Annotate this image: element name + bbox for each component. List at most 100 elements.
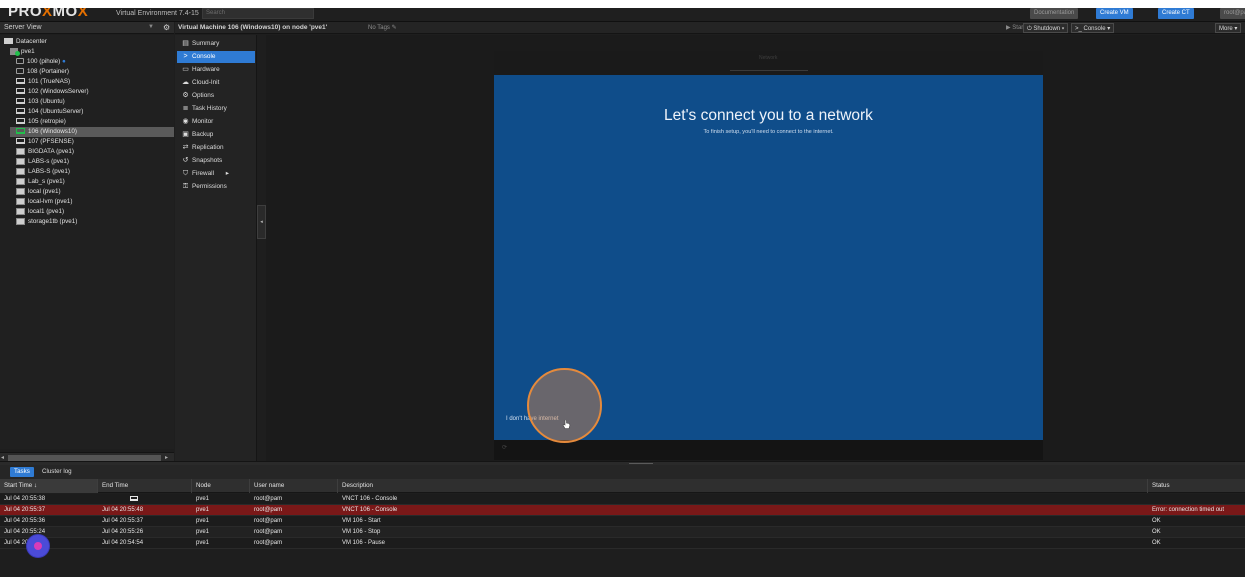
tree-item-vm[interactable]: 104 (UbuntuServer) xyxy=(16,107,83,117)
menu-item-summary[interactable]: ▤ Summary xyxy=(177,38,255,50)
task-table-header: Start Time ↓ End Time Node User name Des… xyxy=(0,479,1245,493)
start-time-cell: Jul 04 20:55:38 xyxy=(4,496,46,502)
table-row[interactable]: Jul 04 20:55:38 pve1 root@pam VNCT 106 -… xyxy=(0,494,1245,505)
tree-item-storage[interactable]: local1 (pve1) xyxy=(16,207,64,217)
tree-item-vm[interactable]: 102 (WindowsServer) xyxy=(16,87,89,97)
menu-item-backup[interactable]: ▣ Backup xyxy=(177,129,255,141)
create-ct-button[interactable]: Create CT xyxy=(1158,8,1194,19)
monitor-icon xyxy=(16,138,25,145)
end-time-cell: Jul 04 20:55:26 xyxy=(102,529,144,535)
table-row[interactable]: Jul 04 20:55:24 Jul 04 20:55:26 pve1 roo… xyxy=(0,527,1245,538)
description-cell: VNCT 106 - Console xyxy=(342,507,398,513)
tree-item-datacenter[interactable]: Datacenter xyxy=(4,37,47,47)
description-cell: VM 106 - Start xyxy=(342,518,381,524)
unlock-icon: ⚿ xyxy=(182,183,189,190)
documentation-button[interactable]: Documentation xyxy=(1030,8,1079,19)
menu-item-replication[interactable]: ⇄ Replication xyxy=(177,142,255,154)
console-button[interactable]: >_ Console ▾ xyxy=(1071,23,1115,33)
desktop-icon: ▭ xyxy=(182,66,189,73)
tree-item-vm[interactable]: 107 (PFSENSE) xyxy=(16,137,74,147)
start-time-cell: Jul 04 20:55:24 xyxy=(4,529,46,535)
tree-item-storage[interactable]: LABS-s (pve1) xyxy=(16,157,69,167)
menu-item-snapshots[interactable]: ↺ Snapshots xyxy=(177,155,255,167)
table-row[interactable]: Jul 04 20:55:37 Jul 04 20:55:48 pve1 roo… xyxy=(0,505,1245,516)
monitor-icon xyxy=(16,108,25,115)
menu-item-cloud-init[interactable]: ☁ Cloud-Init xyxy=(177,77,255,89)
tree-item-storage[interactable]: storage1tb (pve1) xyxy=(16,217,77,227)
tree-item-storage[interactable]: local (pve1) xyxy=(16,187,61,197)
tree-item-vm[interactable]: 103 (Ubuntu) xyxy=(16,97,65,107)
eye-icon: ◉ xyxy=(182,118,189,125)
tree-item-ct[interactable]: 100 (pihole) ● xyxy=(16,57,66,67)
menu-item-options[interactable]: ⚙ Options xyxy=(177,90,255,102)
column-status[interactable]: Status xyxy=(1148,479,1245,493)
shield-icon: ⛉ xyxy=(182,170,189,177)
description-cell: VM 106 - Pause xyxy=(342,540,386,546)
more-button[interactable]: More ▾ xyxy=(1215,23,1242,33)
create-vm-button[interactable]: Create VM xyxy=(1096,8,1133,19)
list-icon: ≣ xyxy=(182,105,189,112)
logo-x-icon: X xyxy=(42,8,53,20)
user-cell: root@pam xyxy=(254,518,283,524)
user-cell: root@pam xyxy=(254,496,283,502)
chevron-down-icon: ▾ xyxy=(1107,26,1111,32)
column-description[interactable]: Description xyxy=(338,479,1148,493)
tree-item-node[interactable]: pve1 xyxy=(10,47,35,57)
setup-step-label: Network xyxy=(759,55,778,61)
storage-icon xyxy=(16,147,25,155)
search-input[interactable]: Search xyxy=(202,8,314,19)
server-icon xyxy=(10,47,20,56)
user-cell: root@pam xyxy=(254,540,283,546)
menu-item-console[interactable]: > Console xyxy=(177,51,255,63)
setup-subtext: To finish setup, you'll need to connect … xyxy=(703,129,834,135)
recorder-overlay-button[interactable] xyxy=(26,534,50,558)
tree-item-vm[interactable]: 101 (TrueNAS) xyxy=(16,77,70,87)
menu-item-task-history[interactable]: ≣ Task History xyxy=(177,103,255,115)
play-icon: ▶ xyxy=(1006,25,1011,31)
user-menu-button[interactable]: root@pam xyxy=(1220,8,1245,19)
server-view-selector[interactable]: Server View ▼ ⚙ xyxy=(0,22,174,34)
chevron-down-icon[interactable]: ▼ xyxy=(148,24,154,30)
power-icon: ⏻ xyxy=(1027,26,1032,32)
hand-cursor-icon xyxy=(562,420,571,429)
monitor-icon xyxy=(16,128,25,135)
monitor-icon xyxy=(16,118,25,125)
shutdown-button[interactable]: ⏻ Shutdown ▾ xyxy=(1023,23,1069,33)
column-end-time[interactable]: End Time xyxy=(98,479,192,493)
proxmox-app: PROXMOX Virtual Environment 7.4-15 Searc… xyxy=(0,8,1245,577)
logo-text-mo: MO xyxy=(52,8,78,20)
tree-item-vm-selected[interactable]: 106 (Windows10) xyxy=(10,127,174,137)
storage-icon xyxy=(16,177,25,185)
tree-item-storage[interactable]: BIGDATA (pve1) xyxy=(16,147,74,157)
vnc-bottom-bar: ⟳ xyxy=(494,440,1043,460)
chevron-right-icon: ▸ xyxy=(225,170,230,177)
menu-item-monitor[interactable]: ◉ Monitor xyxy=(177,116,255,128)
column-node[interactable]: Node xyxy=(192,479,250,493)
column-user[interactable]: User name xyxy=(250,479,338,493)
tree-item-storage[interactable]: local-lvm (pve1) xyxy=(16,197,72,207)
tab-cluster-log[interactable]: Cluster log xyxy=(38,467,76,477)
retweet-icon: ⇄ xyxy=(182,144,189,151)
table-row[interactable]: Jul 04 20:54:54 Jul 04 20:54:54 pve1 roo… xyxy=(0,538,1245,549)
version-label: Virtual Environment 7.4-15 xyxy=(116,10,199,17)
menu-item-firewall[interactable]: ⛉ Firewall ▸ xyxy=(177,168,255,180)
vm-tags[interactable]: No Tags ✎ xyxy=(368,24,397,31)
splitter-grip[interactable] xyxy=(629,463,653,464)
collapse-menu-handle[interactable]: ◂ xyxy=(257,205,266,239)
logo-x-icon-2: X xyxy=(77,8,89,20)
column-start-time[interactable]: Start Time ↓ xyxy=(0,479,98,493)
menu-item-hardware[interactable]: ▭ Hardware xyxy=(177,64,255,76)
tree-item-ct[interactable]: 108 (Portainer) xyxy=(16,67,69,77)
end-time-cell: Jul 04 20:55:48 xyxy=(102,507,144,513)
tab-tasks[interactable]: Tasks xyxy=(10,467,34,477)
table-row[interactable]: Jul 04 20:55:36 Jul 04 20:55:37 pve1 roo… xyxy=(0,516,1245,527)
status-cell: OK xyxy=(1152,529,1161,535)
menu-item-permissions[interactable]: ⚿ Permissions xyxy=(177,181,255,193)
gear-icon[interactable]: ⚙ xyxy=(163,23,170,32)
tree-item-vm[interactable]: 105 (retropie) xyxy=(16,117,66,127)
tree-item-storage[interactable]: Lab_s (pve1) xyxy=(16,177,65,187)
tree-item-storage[interactable]: LABS-S (pve1) xyxy=(16,167,70,177)
accessibility-icon[interactable]: ⟳ xyxy=(502,444,507,451)
pencil-icon[interactable]: ✎ xyxy=(392,25,397,31)
proxmox-logo[interactable]: PROXMOX xyxy=(8,8,88,20)
